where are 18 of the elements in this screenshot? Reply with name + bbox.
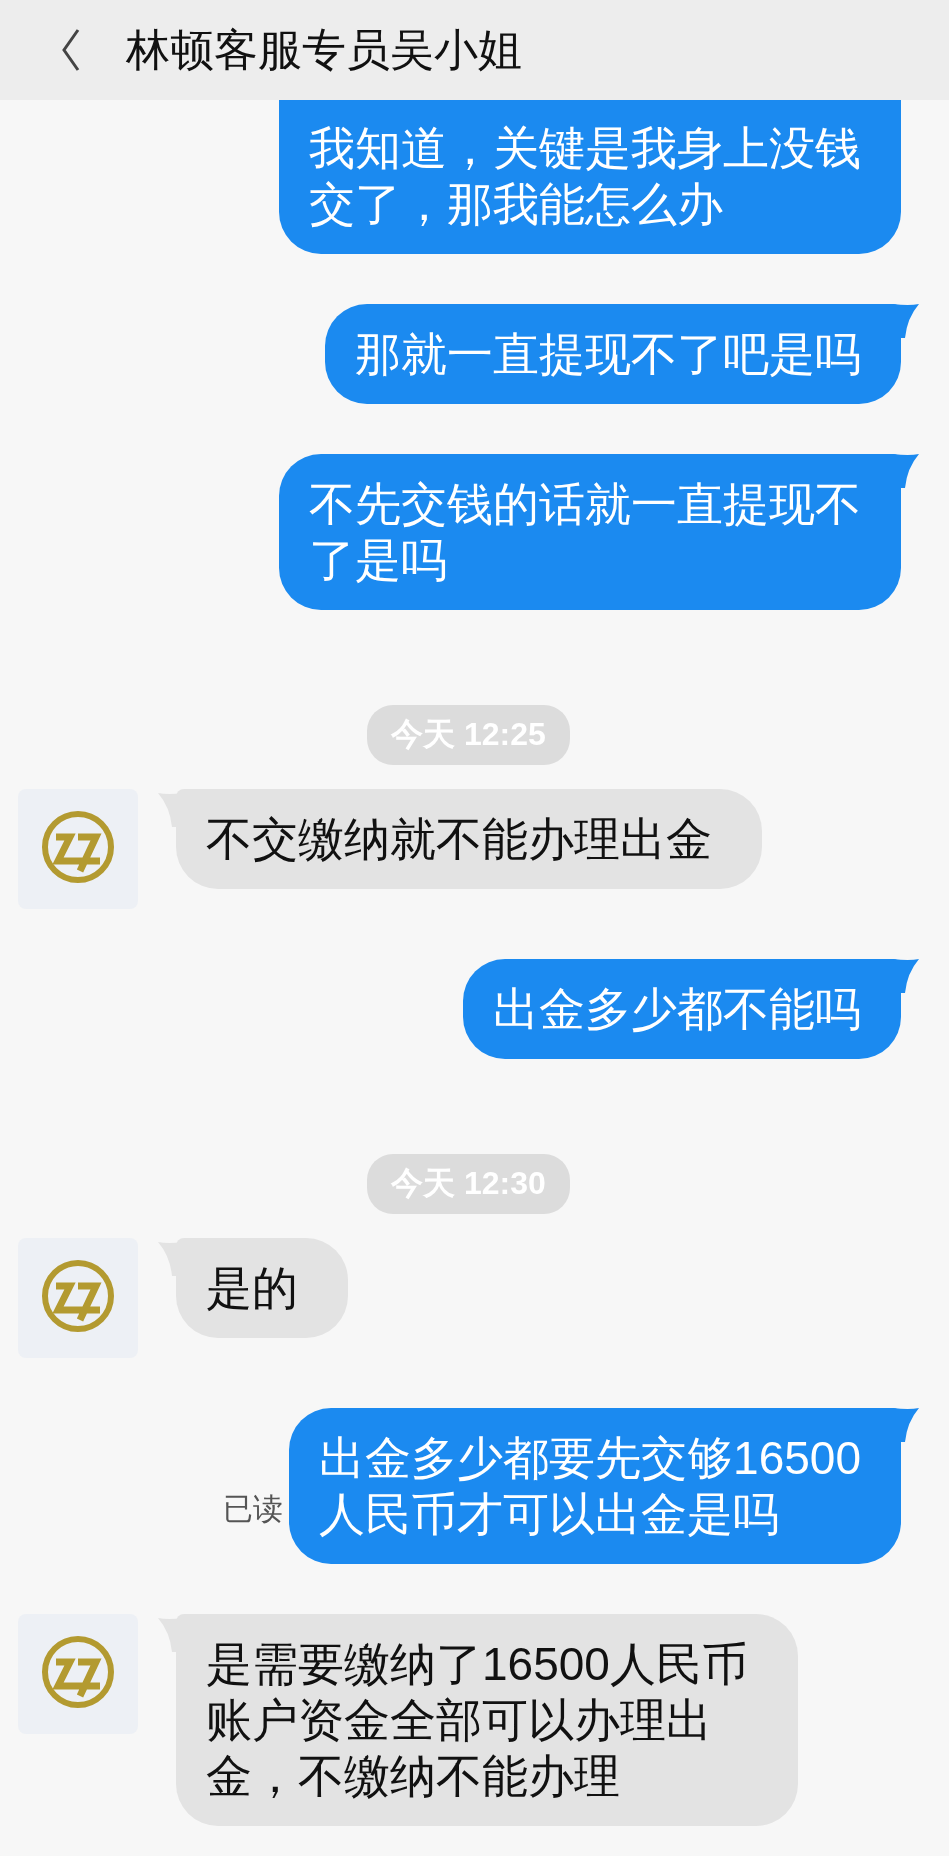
avatar-logo-icon xyxy=(18,789,138,909)
message-bubble: 出金多少都要先交够16500 人民币才可以出金是吗 xyxy=(289,1408,901,1564)
back-icon[interactable] xyxy=(60,28,82,72)
avatar-logo-icon xyxy=(18,1238,138,1358)
bubble-tail xyxy=(893,304,919,338)
chat-title: 林顿客服专员吴小姐 xyxy=(126,23,522,76)
message-bubble: 是的 xyxy=(176,1238,348,1338)
message-bubble: 不交缴纳就不能办理出金 xyxy=(176,789,762,889)
message-bubble: 不先交钱的话就一直提现不 了是吗 xyxy=(279,454,901,610)
read-receipt: 已读 xyxy=(223,1491,284,1527)
bubble-tail xyxy=(893,1408,919,1442)
avatar-logo-icon xyxy=(18,1614,138,1734)
bubble-tail xyxy=(893,959,919,993)
bubble-tail xyxy=(893,454,919,488)
message-bubble: 那就一直提现不了吧是吗 xyxy=(325,304,901,404)
message-bubble: 出金多少都不能吗 xyxy=(463,959,901,1059)
message-bubble: 我知道，关键是我身上没钱 交了，那我能怎么办 xyxy=(279,100,901,254)
message-bubble: 是需要缴纳了16500人民币 账户资金全部可以办理出 金，不缴纳不能办理 xyxy=(176,1614,798,1826)
